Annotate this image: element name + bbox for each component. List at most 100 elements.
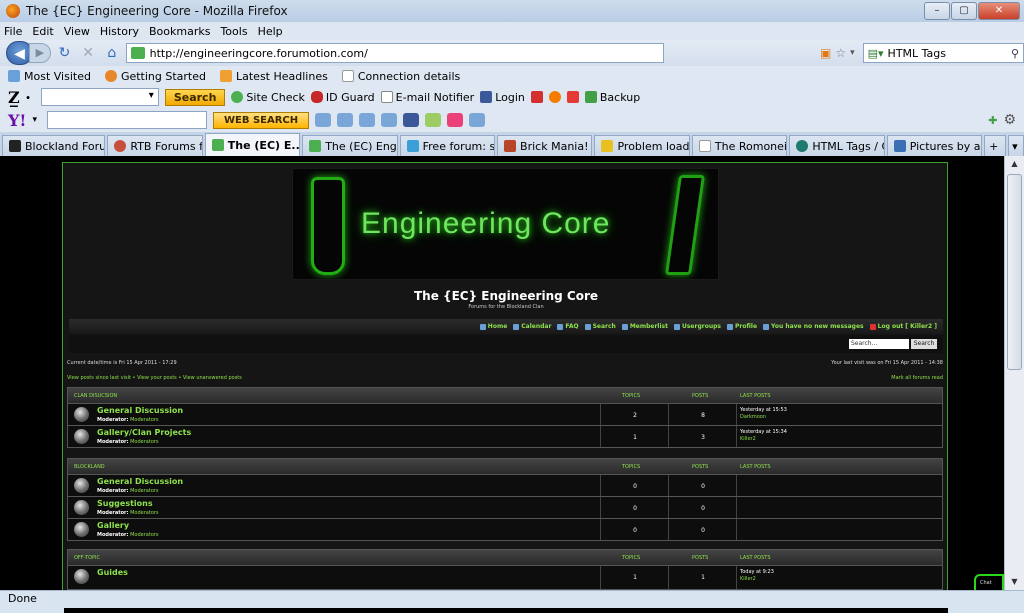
addon-red-button[interactable] <box>566 91 579 103</box>
menu-history[interactable]: History <box>100 25 139 38</box>
scroll-down-icon[interactable]: ▼ <box>1005 574 1024 590</box>
menu-file[interactable]: File <box>4 25 22 38</box>
posts-count: 0 <box>701 505 705 512</box>
bookmark-toolbar-icon[interactable] <box>315 113 332 127</box>
games-toolbar-icon[interactable] <box>447 113 464 127</box>
zonealarm-search-combo[interactable] <box>40 88 159 106</box>
dropdown-icon[interactable]: ▾ <box>850 48 855 58</box>
weather-toolbar-icon[interactable] <box>381 113 398 127</box>
site-check-button[interactable]: Site Check <box>231 91 305 104</box>
last-post-user[interactable]: Killer2 <box>740 576 756 582</box>
settings-gear-icon[interactable]: ⚙ <box>1003 112 1016 128</box>
topics-count: 1 <box>633 574 637 581</box>
yahoo-dropdown-icon[interactable]: ▾ <box>32 115 37 125</box>
search-icon[interactable]: ⚲ <box>1011 47 1019 60</box>
rtb-icon <box>114 140 127 152</box>
tab-blockland-forum[interactable]: Blockland Foru... <box>2 135 106 156</box>
zonealarm-logo-icon[interactable]: Z̲ · <box>8 88 31 107</box>
bookmark-most-visited[interactable]: Most Visited <box>8 70 91 83</box>
menu-edit[interactable]: Edit <box>32 25 53 38</box>
forum-link[interactable]: Gallery <box>97 521 129 530</box>
facebook-toolbar-icon[interactable] <box>403 113 420 127</box>
vertical-scrollbar[interactable]: ▲ ▼ <box>1004 156 1024 590</box>
nav-logout[interactable]: Log out [ Killer2 ] <box>869 323 937 330</box>
web-search-button[interactable]: WEB SEARCH <box>212 111 310 129</box>
current-datetime: Current date/time is Fri 15 Apr 2011 - 1… <box>67 360 177 366</box>
id-guard-button[interactable]: ID Guard <box>310 91 375 104</box>
forum-search-button[interactable]: Search <box>911 339 937 349</box>
scroll-thumb[interactable] <box>1007 174 1022 370</box>
tab-romoneia[interactable]: The Romoneia... <box>691 135 788 156</box>
nav-messages[interactable]: You have no new messages <box>763 323 864 330</box>
nav-profile[interactable]: Profile <box>726 323 757 330</box>
page-toolbar-icon[interactable] <box>337 113 354 127</box>
tab-brick-mania[interactable]: Brick Mania! <box>497 135 593 156</box>
email-notifier-button[interactable]: E-mail Notifier <box>380 91 474 104</box>
tab-ec-engineering[interactable]: The (EC) Engin... <box>302 135 398 156</box>
yahoo-search-input[interactable] <box>46 111 207 129</box>
forward-button[interactable]: ▶ <box>29 43 51 63</box>
col-topics: TOPICS <box>622 464 641 470</box>
page-icon <box>698 140 711 152</box>
menu-tools[interactable]: Tools <box>220 25 247 38</box>
nav-home[interactable]: Home <box>479 323 507 330</box>
backup-button[interactable]: Backup <box>584 91 640 104</box>
tab-html-tags[interactable]: HTML Tags / C... <box>789 135 885 156</box>
menu-help[interactable]: Help <box>258 25 283 38</box>
nav-usergroups[interactable]: Usergroups <box>673 323 721 330</box>
forum-link[interactable]: Suggestions <box>97 499 153 508</box>
bookmark-connection-details[interactable]: Connection details <box>341 70 460 83</box>
category-title[interactable]: BLOCKLAND <box>74 464 105 470</box>
mark-read-link[interactable]: Mark all forums read <box>891 375 943 381</box>
last-post-user[interactable]: Darkmoon <box>740 414 766 420</box>
tab-free-forum[interactable]: Free forum: su... <box>399 135 496 156</box>
tab-rtb-forums[interactable]: RTB Forums fo... <box>107 135 203 156</box>
nav-faq[interactable]: FAQ <box>557 323 579 330</box>
home-icon[interactable]: ⌂ <box>102 42 122 64</box>
reload-icon[interactable]: ↻ <box>55 42 75 64</box>
star-icon[interactable]: ☆ <box>835 46 846 60</box>
flickr-toolbar-icon[interactable] <box>425 113 442 127</box>
view-posts-links[interactable]: View posts since last visit • View your … <box>67 375 242 381</box>
youtube-button[interactable] <box>530 91 543 103</box>
addon-button[interactable] <box>548 91 561 103</box>
faq-icon <box>557 323 564 330</box>
url-bar[interactable]: http://engineeringcore.forumotion.com/ <box>125 43 664 63</box>
forum-link[interactable]: General Discussion <box>97 477 183 486</box>
rss-icon[interactable]: ▣ <box>820 46 831 60</box>
minimize-button[interactable]: – <box>924 2 950 20</box>
menu-view[interactable]: View <box>64 25 90 38</box>
scroll-up-icon[interactable]: ▲ <box>1005 156 1024 172</box>
news-toolbar-icon[interactable] <box>469 113 486 127</box>
login-button[interactable]: Login <box>480 91 525 104</box>
category-title[interactable]: OFF-TOPIC <box>74 555 100 561</box>
category-title[interactable]: CLAN DISUCSION <box>74 393 117 399</box>
last-post-user[interactable]: Killer2 <box>740 436 756 442</box>
bookmark-getting-started[interactable]: Getting Started <box>104 70 206 83</box>
nav-search[interactable]: Search <box>584 323 616 330</box>
close-button[interactable]: ✕ <box>978 2 1020 20</box>
bookmark-latest-headlines[interactable]: Latest Headlines <box>220 70 328 83</box>
browser-search-box[interactable]: ▤▾ HTML Tags ⚲ <box>862 43 1024 63</box>
forum-search-input[interactable]: Search... <box>849 339 909 349</box>
nav-memberlist[interactable]: Memberlist <box>621 323 668 330</box>
forum-link[interactable]: Gallery/Clan Projects <box>97 428 191 437</box>
new-tab-button[interactable]: + <box>984 135 1007 156</box>
forum-link[interactable]: General Discussion <box>97 406 183 415</box>
tab-ec-active[interactable]: The (EC) E... ✕ <box>204 133 301 156</box>
search-engine-icon[interactable]: ▤▾ <box>868 47 884 60</box>
yahoo-logo-icon[interactable]: Y! <box>8 111 26 130</box>
tab-problem-loading[interactable]: Problem loadin... <box>594 135 690 156</box>
mail-toolbar-icon[interactable] <box>359 113 376 127</box>
chat-widget[interactable]: Chat <box>974 574 1004 590</box>
maximize-button[interactable]: ▢ <box>951 2 977 20</box>
menu-bookmarks[interactable]: Bookmarks <box>149 25 210 38</box>
add-toolbar-icon[interactable]: ✚ <box>988 114 997 127</box>
tab-list-button[interactable]: ▾ <box>1008 135 1024 156</box>
tab-pictures[interactable]: Pictures by and... <box>886 135 983 156</box>
wrench-icon <box>311 177 345 275</box>
zonealarm-search-button[interactable]: Search <box>164 88 226 106</box>
nav-calendar[interactable]: Calendar <box>513 323 551 330</box>
forum-link[interactable]: Guides <box>97 568 128 577</box>
stop-icon[interactable]: ✕ <box>78 42 98 64</box>
